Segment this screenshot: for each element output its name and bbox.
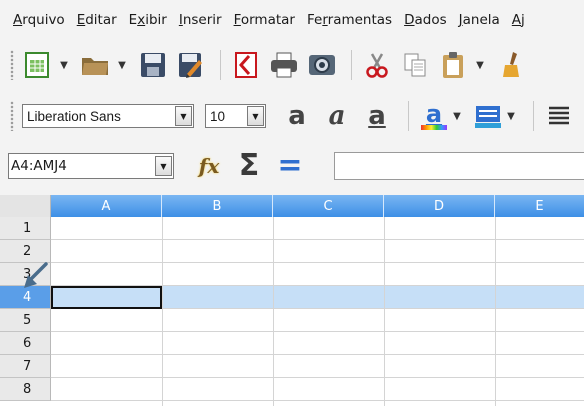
bold-button[interactable]: a bbox=[280, 101, 314, 131]
toolbar-grip[interactable] bbox=[10, 101, 14, 131]
menu-janela[interactable]: Janela bbox=[459, 12, 500, 28]
function-wizard-icon: fx bbox=[198, 154, 220, 178]
formatting-toolbar: Liberation Sans ▼ 10 ▼ a a a a ▼ ▼ bbox=[0, 90, 584, 142]
align-left-icon bbox=[549, 106, 569, 125]
cut-button[interactable] bbox=[360, 48, 394, 82]
font-color-glyph: a bbox=[425, 99, 443, 128]
row-gridline bbox=[51, 239, 584, 240]
menu-bar: Arquivo Editar Exibir Inserir Formatar F… bbox=[0, 0, 584, 40]
select-all-corner[interactable] bbox=[0, 195, 51, 217]
font-size-combo[interactable]: 10 ▼ bbox=[205, 104, 266, 128]
font-size-value: 10 bbox=[210, 108, 226, 124]
font-color-button[interactable]: a bbox=[417, 99, 451, 133]
menu-arquivo[interactable]: Arquivo bbox=[13, 12, 65, 28]
copy-icon bbox=[404, 53, 426, 77]
pointer-arrow-icon bbox=[24, 262, 48, 288]
font-name-value: Liberation Sans bbox=[27, 108, 121, 124]
floppy-icon bbox=[141, 53, 165, 77]
sum-icon: Σ bbox=[238, 148, 260, 183]
row-gridline bbox=[51, 400, 584, 401]
chevron-down-icon[interactable]: ▼ bbox=[175, 106, 192, 126]
highlight-icon bbox=[475, 106, 501, 128]
menu-inserir[interactable]: Inserir bbox=[179, 12, 222, 28]
row-header-5[interactable]: 5 bbox=[0, 309, 51, 332]
new-document-button[interactable] bbox=[20, 48, 54, 82]
edit-file-button[interactable] bbox=[174, 48, 208, 82]
italic-button[interactable]: a bbox=[320, 101, 354, 131]
open-dropdown-arrow[interactable]: ▼ bbox=[116, 48, 128, 82]
scissors-icon bbox=[366, 53, 388, 78]
menu-ferramentas[interactable]: Ferramentas bbox=[307, 12, 392, 28]
menu-exibir[interactable]: Exibir bbox=[129, 12, 167, 28]
new-dropdown-arrow[interactable]: ▼ bbox=[58, 48, 70, 82]
toolbar-grip[interactable] bbox=[10, 50, 14, 80]
toolbar-separator bbox=[408, 101, 409, 131]
folder-icon bbox=[82, 58, 108, 75]
clone-formatting-button[interactable] bbox=[494, 48, 528, 82]
highlight-dropdown-arrow[interactable]: ▼ bbox=[505, 99, 517, 133]
spreadsheet-grid: A B C D E 1 2 3 4 5 6 7 8 bbox=[0, 190, 584, 406]
menu-ajuda[interactable]: Aj bbox=[512, 12, 525, 28]
paste-button[interactable] bbox=[436, 48, 470, 82]
row-header-2[interactable]: 2 bbox=[0, 240, 51, 263]
standard-toolbar: ▼ ▼ ▼ bbox=[0, 40, 584, 90]
paintbrush-icon bbox=[503, 52, 519, 77]
print-button[interactable] bbox=[267, 48, 301, 82]
row-header-8[interactable]: 8 bbox=[0, 378, 51, 401]
align-left-button[interactable] bbox=[542, 99, 576, 133]
column-header-d[interactable]: D bbox=[384, 195, 495, 217]
underline-button[interactable]: a bbox=[360, 101, 394, 131]
formula-button[interactable]: = bbox=[276, 151, 304, 181]
sum-button[interactable]: Σ bbox=[234, 151, 264, 181]
column-header-b[interactable]: B bbox=[162, 195, 273, 217]
equals-icon: = bbox=[277, 148, 303, 183]
clipboard-icon bbox=[443, 52, 463, 78]
column-header-a[interactable]: A bbox=[51, 195, 162, 217]
column-header-e[interactable]: E bbox=[495, 195, 584, 217]
menu-dados[interactable]: Dados bbox=[404, 12, 447, 28]
row-gridline bbox=[51, 331, 584, 332]
paste-dropdown-arrow[interactable]: ▼ bbox=[474, 48, 486, 82]
chevron-down-icon[interactable]: ▼ bbox=[247, 106, 264, 126]
pdf-icon bbox=[235, 52, 257, 78]
function-wizard-button[interactable]: fx bbox=[192, 154, 226, 178]
formula-input[interactable] bbox=[334, 152, 584, 180]
toolbar-separator bbox=[533, 101, 534, 131]
print-preview-icon bbox=[309, 55, 335, 75]
highlight-button[interactable] bbox=[471, 99, 505, 133]
menu-formatar[interactable]: Formatar bbox=[234, 12, 295, 28]
new-spreadsheet-icon bbox=[25, 52, 49, 78]
cell-cursor-a4[interactable] bbox=[51, 286, 162, 309]
name-box[interactable]: A4:AMJ4 ▼ bbox=[8, 153, 174, 179]
name-box-value: A4:AMJ4 bbox=[11, 158, 67, 174]
edit-document-icon bbox=[179, 53, 202, 78]
row-header-7[interactable]: 7 bbox=[0, 355, 51, 378]
formula-bar: A4:AMJ4 ▼ fx Σ = bbox=[0, 142, 584, 190]
toolbar-separator bbox=[351, 50, 352, 80]
chevron-down-icon[interactable]: ▼ bbox=[155, 156, 172, 176]
row-gridline bbox=[51, 262, 584, 263]
row-gridline bbox=[51, 377, 584, 378]
toolbar-separator bbox=[220, 50, 221, 80]
export-pdf-button[interactable] bbox=[229, 48, 263, 82]
menu-editar[interactable]: Editar bbox=[77, 12, 117, 28]
row-gridline bbox=[51, 354, 584, 355]
font-name-combo[interactable]: Liberation Sans ▼ bbox=[22, 104, 194, 128]
font-color-dropdown-arrow[interactable]: ▼ bbox=[451, 99, 463, 133]
column-header-c[interactable]: C bbox=[273, 195, 384, 217]
print-preview-button[interactable] bbox=[305, 48, 339, 82]
row-header-1[interactable]: 1 bbox=[0, 217, 51, 240]
color-bar bbox=[421, 124, 447, 130]
save-button[interactable] bbox=[136, 48, 170, 82]
row-header-6[interactable]: 6 bbox=[0, 332, 51, 355]
printer-icon bbox=[271, 52, 297, 78]
open-button[interactable] bbox=[78, 48, 112, 82]
copy-button[interactable] bbox=[398, 48, 432, 82]
